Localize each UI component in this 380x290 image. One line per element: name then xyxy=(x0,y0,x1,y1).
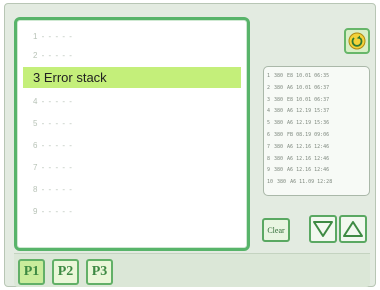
stack-line: 1 380 E8 10.01 06:35 xyxy=(267,73,330,79)
arrow-up-icon xyxy=(343,221,363,237)
stack-line: 4 380 A6 12.19 15:37 xyxy=(267,108,330,115)
clear-button[interactable]: Clear xyxy=(262,218,290,242)
tab-p1[interactable]: P1 xyxy=(18,259,45,285)
list-item[interactable]: 4 - - - - - xyxy=(23,91,241,112)
list-item[interactable]: 2 - - - - - xyxy=(23,45,241,66)
arrow-down-icon xyxy=(313,221,333,237)
tab-p2[interactable]: P2 xyxy=(52,259,79,285)
tab-p3[interactable]: P3 xyxy=(86,259,113,285)
scroll-down-button[interactable] xyxy=(309,215,337,243)
list-item[interactable]: 1 - - - - - xyxy=(23,26,241,47)
stack-line: 9 380 A6 12.16 12:46 xyxy=(267,167,330,174)
list-item[interactable]: 7 - - - - - xyxy=(23,157,241,178)
stack-line: 8 380 A6 12.16 12:46 xyxy=(267,155,330,162)
error-stack-panel: 1 380 E8 10.01 06:35 2 380 A6 10.01 06:37 33… xyxy=(263,66,370,196)
list-item[interactable]: 6 - - - - - xyxy=(23,135,241,156)
stack-line: 6 380 FB 08.19 09:06 xyxy=(267,131,330,138)
list-item[interactable]: 5 - - - - - xyxy=(23,113,241,134)
refresh-button[interactable] xyxy=(344,28,370,54)
stack-line: 5 380 A6 12.19 15:36 xyxy=(267,120,330,127)
refresh-icon xyxy=(348,32,366,50)
stack-line: 10 380 A6 11.09 12:28 xyxy=(267,179,333,186)
error-list-panel: 1 - - - - - 2 - - - - - 3 Error stack 4 … xyxy=(14,17,250,251)
scroll-up-button[interactable] xyxy=(339,215,367,243)
list-item[interactable]: 9 - - - - - xyxy=(23,201,241,222)
list-item[interactable]: 8 - - - - - xyxy=(23,179,241,200)
list-item-selected[interactable]: 3 Error stack xyxy=(23,67,241,88)
stack-line: 2 380 A6 10.01 06:37 xyxy=(267,84,330,91)
error-stack-screen: 1 - - - - - 2 - - - - - 3 Error stack 4 … xyxy=(4,3,376,287)
stack-line: 7 380 A6 12.16 12:46 xyxy=(267,143,330,150)
stack-line: 3 380 E8 10.01 06:37 xyxy=(267,96,330,103)
